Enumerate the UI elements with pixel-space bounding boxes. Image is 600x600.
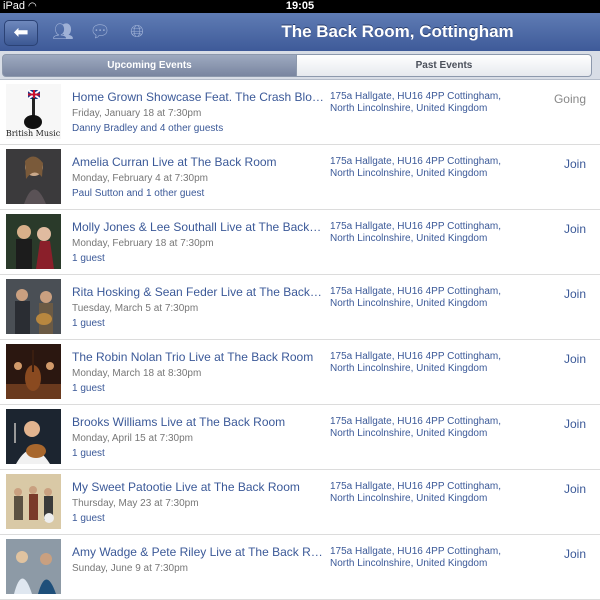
guest-count: and 4 other guests <box>137 123 224 134</box>
event-thumbnail[interactable] <box>6 149 61 204</box>
event-thumbnail[interactable] <box>6 214 61 269</box>
event-title[interactable]: My Sweet Patootie Live at The Back Room <box>72 480 324 494</box>
status-bar: iPad ◠ 19:05 <box>0 0 600 13</box>
event-date: Thursday, May 23 at 7:30pm <box>72 498 199 509</box>
event-title[interactable]: Brooks Williams Live at The Back Room <box>72 415 324 429</box>
guest-count: 1 guest <box>72 253 105 264</box>
join-button[interactable]: Join <box>564 287 586 301</box>
guest-count: 1 guest <box>72 318 105 329</box>
event-date: Friday, January 18 at 7:30pm <box>72 108 202 119</box>
event-title[interactable]: The Robin Nolan Trio Live at The Back Ro… <box>72 350 324 364</box>
event-date: Sunday, June 9 at 7:30pm <box>72 563 189 574</box>
guest-name-link[interactable]: Danny Bradley <box>72 123 138 134</box>
nav-bar: ⬅ 👥︎ 💬︎ 🌐︎ The Back Room, Cottingham <box>0 13 600 52</box>
join-button[interactable]: Join <box>564 222 586 236</box>
going-status[interactable]: Going <box>554 92 586 106</box>
event-row[interactable]: Amy Wadge & Pete Riley Live at The Back … <box>0 535 600 600</box>
event-date: Monday, February 4 at 7:30pm <box>72 173 208 184</box>
join-button[interactable]: Join <box>564 352 586 366</box>
event-date: Monday, February 18 at 7:30pm <box>72 238 214 249</box>
event-guests: 1 guest <box>72 383 105 394</box>
event-thumbnail[interactable] <box>6 539 61 594</box>
back-button[interactable]: ⬅ <box>4 20 38 46</box>
event-thumbnail[interactable] <box>6 279 61 334</box>
notifications-globe-icon[interactable]: 🌐︎ <box>126 22 148 42</box>
event-title[interactable]: Amy Wadge & Pete Riley Live at The Back … <box>72 545 324 559</box>
event-guests: 1 guest <box>72 513 105 524</box>
clock: 19:05 <box>285 0 315 12</box>
join-button[interactable]: Join <box>564 417 586 431</box>
event-guests: 1 guest <box>72 318 105 329</box>
event-row[interactable]: The Robin Nolan Trio Live at The Back Ro… <box>0 340 600 405</box>
messages-icon[interactable]: 💬︎ <box>89 22 111 42</box>
event-guests: 1 guest <box>72 448 105 459</box>
friends-icon[interactable]: 👥︎ <box>52 22 74 42</box>
event-row[interactable]: Amelia Curran Live at The Back Room Monda… <box>0 145 600 210</box>
event-title[interactable]: Amelia Curran Live at The Back Room <box>72 155 324 169</box>
event-guests: Danny Bradley and 4 other guests <box>72 123 223 134</box>
event-thumbnail[interactable]: British Music <box>6 84 61 139</box>
event-row[interactable]: British Music Home Grown Showcase Feat. T… <box>0 80 600 145</box>
event-address[interactable]: 175a Hallgate, HU16 4PP Cottingham, Nort… <box>330 91 510 115</box>
guest-count: 1 guest <box>72 383 105 394</box>
event-row[interactable]: Rita Hosking & Sean Feder Live at The Ba… <box>0 275 600 340</box>
join-button[interactable]: Join <box>564 157 586 171</box>
event-date: Tuesday, March 5 at 7:30pm <box>72 303 199 314</box>
event-title[interactable]: Home Grown Showcase Feat. The Crash Blos… <box>72 90 324 104</box>
event-row[interactable]: My Sweet Patootie Live at The Back Room T… <box>0 470 600 535</box>
event-address[interactable]: 175a Hallgate, HU16 4PP Cottingham, Nort… <box>330 546 510 570</box>
join-button[interactable]: Join <box>564 547 586 561</box>
event-thumbnail[interactable] <box>6 409 61 464</box>
join-button[interactable]: Join <box>564 482 586 496</box>
event-thumbnail[interactable] <box>6 344 61 399</box>
guest-count: 1 guest <box>72 513 105 524</box>
event-address[interactable]: 175a Hallgate, HU16 4PP Cottingham, Nort… <box>330 156 510 180</box>
event-guests: Paul Sutton and 1 other guest <box>72 188 204 199</box>
event-address[interactable]: 175a Hallgate, HU16 4PP Cottingham, Nort… <box>330 416 510 440</box>
tab-upcoming-events[interactable]: Upcoming Events <box>2 54 297 77</box>
guest-count: and 1 other guest <box>123 188 205 199</box>
page-title: The Back Room, Cottingham <box>281 22 514 41</box>
event-address[interactable]: 175a Hallgate, HU16 4PP Cottingham, Nort… <box>330 221 510 245</box>
event-guests: 1 guest <box>72 253 105 264</box>
tab-past-events[interactable]: Past Events <box>296 54 592 77</box>
event-row[interactable]: Molly Jones & Lee Southall Live at The B… <box>0 210 600 275</box>
event-address[interactable]: 175a Hallgate, HU16 4PP Cottingham, Nort… <box>330 286 510 310</box>
event-thumbnail[interactable] <box>6 474 61 529</box>
event-row[interactable]: Brooks Williams Live at The Back Room Mon… <box>0 405 600 470</box>
event-date: Monday, April 15 at 7:30pm <box>72 433 193 444</box>
thumb-caption: British Music <box>6 129 61 138</box>
back-arrow-icon: ⬅ <box>13 22 29 42</box>
guest-count: 1 guest <box>72 448 105 459</box>
event-title[interactable]: Molly Jones & Lee Southall Live at The B… <box>72 220 324 234</box>
event-address[interactable]: 175a Hallgate, HU16 4PP Cottingham, Nort… <box>330 481 510 505</box>
event-tabs: Upcoming Events Past Events <box>0 51 600 80</box>
event-date: Monday, March 18 at 8:30pm <box>72 368 202 379</box>
guest-name-link[interactable]: Paul Sutton <box>72 188 124 199</box>
event-title[interactable]: Rita Hosking & Sean Feder Live at The Ba… <box>72 285 324 299</box>
event-address[interactable]: 175a Hallgate, HU16 4PP Cottingham, Nort… <box>330 351 510 375</box>
